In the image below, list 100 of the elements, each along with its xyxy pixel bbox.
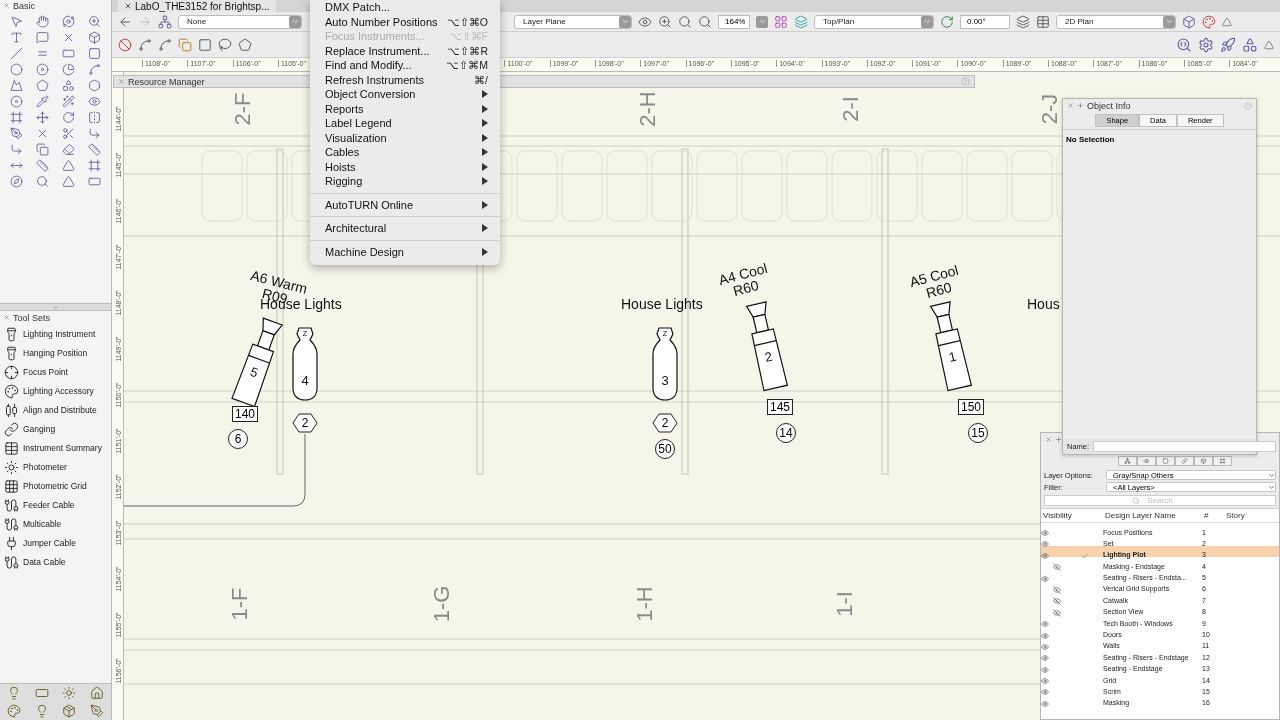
lasso-icon[interactable] bbox=[218, 37, 232, 52]
column-header[interactable]: Design Layer Name bbox=[1103, 511, 1202, 520]
eye-off-icon[interactable] bbox=[1053, 597, 1061, 606]
scissors-icon[interactable] bbox=[61, 126, 75, 140]
eye-icon[interactable] bbox=[1041, 642, 1049, 651]
tool-set-item[interactable]: Lighting Instrument bbox=[23, 329, 96, 339]
eye-icon[interactable] bbox=[87, 94, 101, 108]
wand-icon[interactable] bbox=[61, 94, 75, 108]
spotlight-icon[interactable] bbox=[4, 345, 19, 361]
menu-item[interactable]: Auto Number Positions ⌥⇧⌘O bbox=[310, 14, 500, 29]
eye-icon[interactable] bbox=[1041, 677, 1049, 686]
layers-icon[interactable] bbox=[1016, 14, 1030, 29]
layer-plane-dropdown[interactable]: Layer Plane bbox=[514, 14, 632, 29]
menu-item[interactable]: Reports bbox=[310, 101, 500, 116]
arc-icon[interactable] bbox=[61, 62, 75, 76]
tool-set-item[interactable]: Align and Distribute bbox=[23, 405, 97, 415]
name-field[interactable] bbox=[1093, 441, 1277, 452]
menu-item[interactable]: DMX Patch... bbox=[310, 0, 500, 15]
grid-icon[interactable] bbox=[4, 478, 19, 494]
menu-item[interactable]: Replace Instrument... ⌥⇧⌘R bbox=[310, 43, 500, 58]
tool-set-item[interactable]: Lighting Accessory bbox=[23, 386, 94, 396]
column-header[interactable]: # bbox=[1202, 511, 1224, 520]
rocket-icon[interactable] bbox=[1220, 36, 1236, 53]
disc-icon[interactable] bbox=[35, 62, 49, 76]
menu-item[interactable]: Visualization bbox=[310, 130, 500, 145]
triangle-icon[interactable] bbox=[1222, 16, 1232, 27]
no-entry-icon[interactable] bbox=[118, 37, 132, 52]
network-icon[interactable] bbox=[1118, 456, 1137, 466]
spotlight-icon[interactable] bbox=[4, 326, 19, 342]
line-icon[interactable] bbox=[9, 46, 23, 60]
view-dropdown[interactable]: Top/Plan bbox=[814, 14, 934, 29]
eye-off-icon[interactable] bbox=[1053, 563, 1061, 572]
rotate-icon[interactable] bbox=[61, 110, 75, 124]
menu-item[interactable]: Label Legend bbox=[310, 116, 500, 131]
copy-icon[interactable] bbox=[178, 37, 192, 52]
line-mode-icon[interactable] bbox=[138, 37, 152, 52]
eye-icon[interactable] bbox=[1137, 456, 1156, 466]
eye-icon[interactable] bbox=[638, 14, 652, 29]
tool-set-item[interactable]: Focus Point bbox=[23, 367, 68, 377]
compass-icon[interactable] bbox=[9, 174, 23, 188]
eraser-icon[interactable] bbox=[61, 142, 75, 156]
class-icon[interactable] bbox=[158, 14, 172, 29]
zoom-icon[interactable] bbox=[698, 14, 712, 29]
table-icon[interactable] bbox=[4, 440, 19, 456]
menu-item[interactable]: Object Conversion bbox=[310, 87, 500, 102]
square-icon[interactable] bbox=[1156, 456, 1175, 466]
ruler-icon[interactable] bbox=[87, 142, 101, 156]
search-field[interactable]: Search bbox=[1044, 495, 1276, 506]
mirror-icon[interactable] bbox=[87, 110, 101, 124]
eye-icon[interactable] bbox=[1041, 688, 1049, 697]
eye-icon[interactable] bbox=[1041, 529, 1049, 537]
hand-icon[interactable] bbox=[35, 14, 49, 28]
document-tab[interactable]: LabO_THE3152 for Brightsp... bbox=[118, 0, 276, 12]
eye-off-icon[interactable] bbox=[1053, 585, 1061, 594]
eye-icon[interactable] bbox=[1041, 654, 1049, 663]
column-header[interactable]: Visibility bbox=[1041, 511, 1103, 520]
triangle-icon[interactable] bbox=[1264, 39, 1274, 50]
eye-icon[interactable] bbox=[1041, 540, 1049, 549]
box-icon[interactable] bbox=[87, 30, 101, 44]
eye-icon[interactable] bbox=[1041, 665, 1049, 674]
eye-icon[interactable] bbox=[1041, 631, 1049, 640]
back-icon[interactable] bbox=[118, 14, 132, 29]
search-icon[interactable] bbox=[1176, 36, 1192, 53]
palette-icon[interactable] bbox=[4, 383, 19, 399]
triangle-icon[interactable] bbox=[61, 158, 75, 172]
house-icon[interactable] bbox=[90, 686, 105, 700]
frame-icon[interactable] bbox=[87, 158, 101, 172]
plug-icon[interactable] bbox=[4, 535, 19, 551]
callout-icon[interactable] bbox=[35, 30, 49, 44]
angle-ruler-icon[interactable] bbox=[35, 158, 49, 172]
chevron-icon[interactable] bbox=[52, 303, 59, 311]
corner-icon[interactable] bbox=[87, 126, 101, 140]
search-icon[interactable] bbox=[678, 14, 692, 29]
pen-icon[interactable] bbox=[9, 126, 23, 140]
rotate-icon[interactable] bbox=[940, 14, 954, 29]
pen-icon[interactable] bbox=[90, 704, 105, 718]
eye-icon[interactable] bbox=[1041, 551, 1049, 560]
render-mode-dropdown[interactable]: 2D Plan bbox=[1056, 14, 1176, 29]
magnifier-icon[interactable] bbox=[35, 174, 49, 188]
tool-set-item[interactable]: Data Cable bbox=[23, 557, 66, 567]
crosshair-icon[interactable] bbox=[4, 364, 19, 380]
eye-off-icon[interactable] bbox=[1053, 608, 1061, 617]
eyedropper-icon[interactable] bbox=[35, 94, 49, 108]
class-dropdown[interactable]: None bbox=[178, 14, 302, 29]
menu-item[interactable]: Find and Modify... ⌥⇧⌘M bbox=[310, 58, 500, 73]
close-icon[interactable] bbox=[124, 2, 132, 10]
text-icon[interactable] bbox=[9, 30, 23, 44]
move-icon[interactable] bbox=[35, 110, 49, 124]
curve-icon[interactable] bbox=[87, 62, 101, 76]
frame-icon[interactable] bbox=[1213, 456, 1232, 466]
tool-set-item[interactable]: Hanging Position bbox=[23, 348, 88, 358]
shapes-icon[interactable] bbox=[1242, 36, 1258, 53]
tool-set-item[interactable]: Jumper Cable bbox=[23, 538, 76, 548]
hexagon-icon[interactable] bbox=[87, 78, 101, 92]
menu-item[interactable]: Cables bbox=[310, 145, 500, 160]
pointer-icon[interactable] bbox=[9, 14, 23, 28]
shapes-icon[interactable] bbox=[61, 78, 75, 92]
cable-icon[interactable] bbox=[4, 497, 19, 513]
menu-item[interactable]: Machine Design bbox=[310, 244, 500, 259]
cable-icon[interactable] bbox=[4, 516, 19, 532]
